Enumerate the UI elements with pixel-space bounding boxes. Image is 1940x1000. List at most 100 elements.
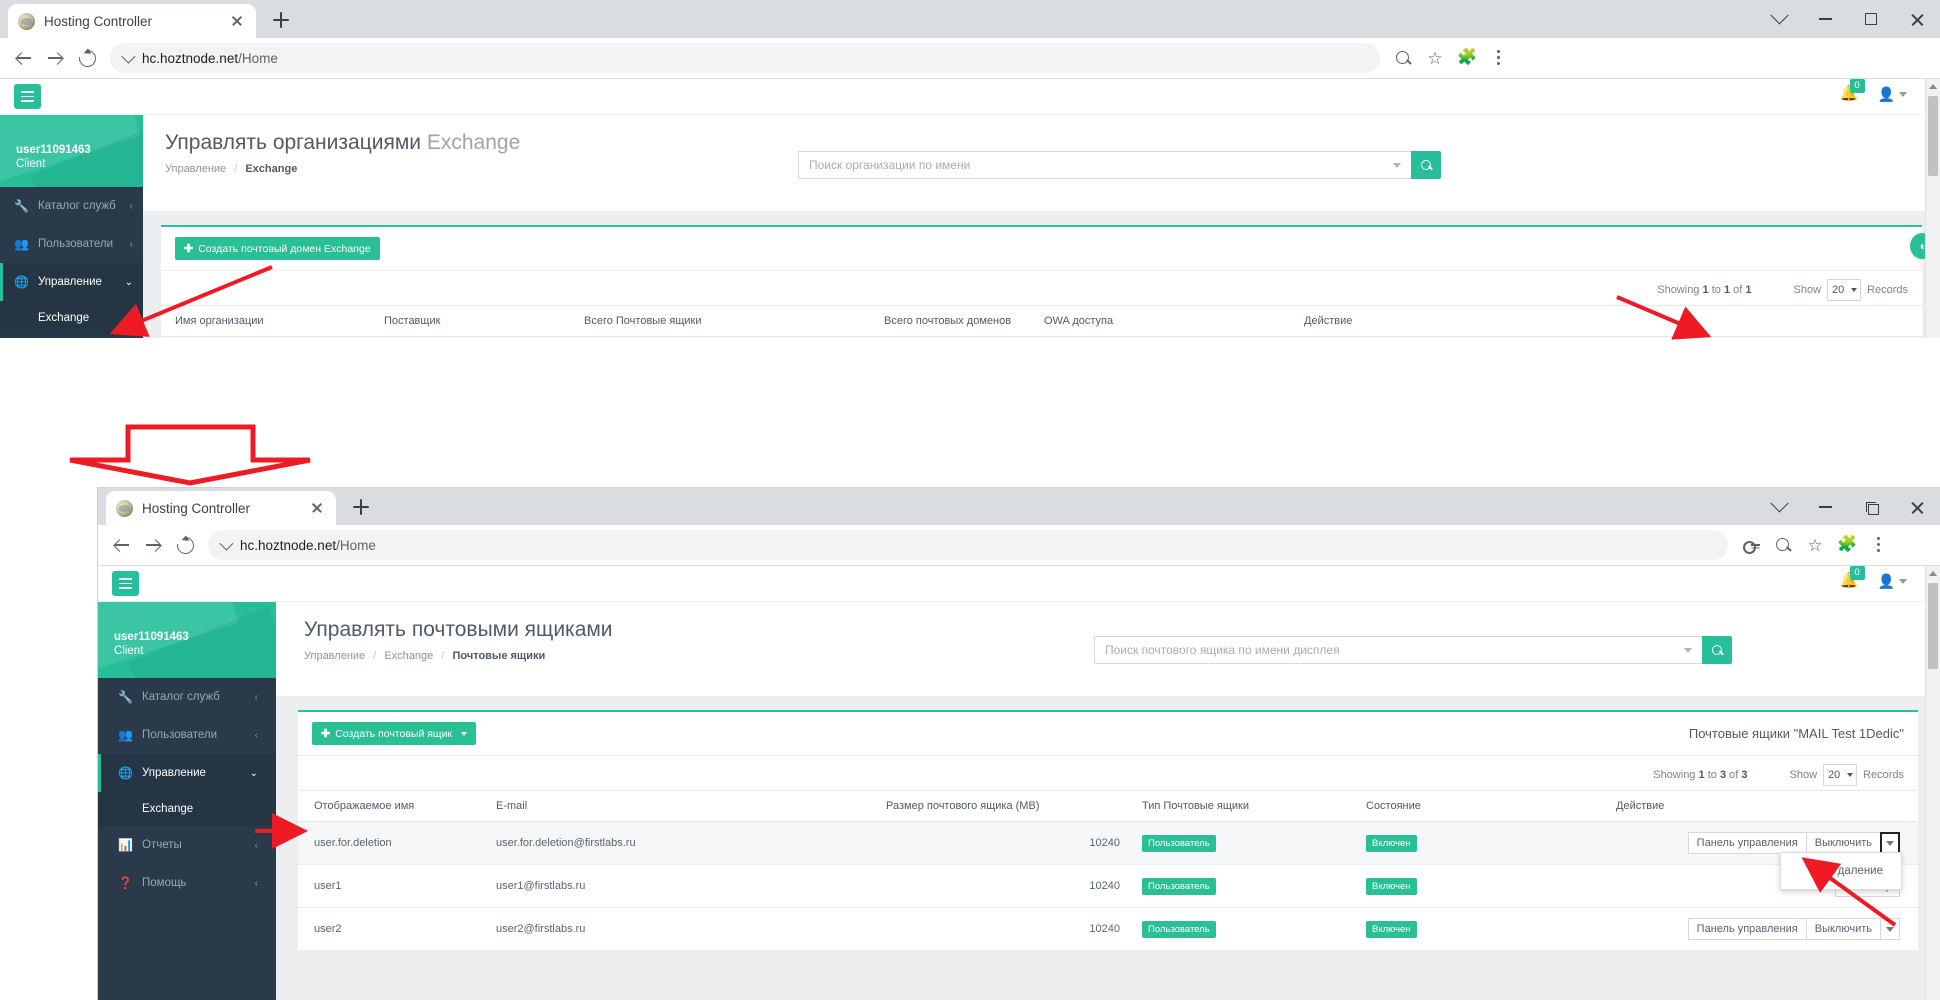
sidebar-item-users[interactable]: 👥 Пользователи ‹ bbox=[0, 225, 143, 263]
page-size-value: 20 bbox=[1828, 769, 1841, 781]
create-button-label: Создать почтовый домен Exchange bbox=[198, 242, 371, 255]
puzzle-icon[interactable]: 🧩 bbox=[1452, 43, 1482, 73]
user-menu[interactable]: 👤 bbox=[1878, 573, 1907, 590]
breadcrumb-root[interactable]: Управление bbox=[165, 163, 226, 175]
kebab-menu-icon[interactable] bbox=[1864, 530, 1894, 560]
breadcrumb-mid[interactable]: Exchange bbox=[384, 650, 433, 662]
forward-arrow-icon[interactable] bbox=[138, 530, 168, 560]
menu-item-delete[interactable]: Удаление bbox=[1781, 859, 1901, 883]
forward-arrow-icon[interactable] bbox=[40, 43, 70, 73]
app-vertical-scrollbar-bottom[interactable] bbox=[1925, 566, 1940, 1000]
control-panel-button[interactable]: Панель управления bbox=[1687, 918, 1807, 940]
create-mailbox-button[interactable]: ✚ Создать почтовый ящик bbox=[312, 722, 477, 745]
scroll-up-button[interactable] bbox=[1926, 566, 1940, 581]
page-title-main: Управлять организациями bbox=[165, 131, 421, 154]
search-input[interactable]: Поиск организации по имени bbox=[798, 151, 1411, 179]
new-tab-button[interactable] bbox=[266, 5, 296, 35]
new-tab-button[interactable] bbox=[346, 492, 376, 522]
control-panel-button[interactable]: Панель управления bbox=[1687, 832, 1807, 854]
maximize-icon[interactable] bbox=[1848, 0, 1894, 38]
zoom-icon[interactable] bbox=[1388, 43, 1418, 73]
search-button[interactable] bbox=[1411, 151, 1441, 179]
app-topbar-top: 🔔 0 👤 bbox=[0, 79, 1925, 115]
notifications-bell[interactable]: 🔔 0 bbox=[1840, 79, 1865, 105]
close-icon[interactable] bbox=[228, 12, 246, 30]
browser-tab-top[interactable]: Hosting Controller bbox=[8, 4, 256, 38]
close-window-icon[interactable] bbox=[1894, 0, 1940, 38]
url-host: hc.hoztnode.net bbox=[142, 50, 239, 66]
scrollbar-thumb[interactable] bbox=[1928, 583, 1938, 669]
cell-actions: Панель управления Выключить Удаление bbox=[1608, 821, 1918, 890]
url-host: hc.hoztnode.net bbox=[240, 537, 337, 553]
chevron-down-icon[interactable] bbox=[1756, 488, 1802, 526]
zoom-icon[interactable] bbox=[1768, 530, 1798, 560]
table-head: Отображаемое имя E-mail Размер почтового… bbox=[298, 790, 1918, 822]
user-menu[interactable]: 👤 bbox=[1878, 86, 1907, 103]
reload-icon[interactable] bbox=[170, 530, 200, 560]
page-size-select[interactable]: 20 bbox=[1827, 279, 1862, 301]
star-icon[interactable]: ☆ bbox=[1420, 43, 1450, 73]
sidebar-item-help[interactable]: ❓ Помощь ‹ bbox=[98, 864, 276, 902]
tab-strip-bottom: Hosting Controller bbox=[98, 488, 1940, 525]
sidebar-item-catalog[interactable]: 🔧 Каталог служб ‹ bbox=[0, 187, 143, 225]
cell-email: user1@firstlabs.ru bbox=[488, 864, 878, 908]
wrench-icon: 🔧 bbox=[118, 690, 133, 704]
close-window-icon[interactable] bbox=[1894, 488, 1940, 526]
kebab-menu-icon[interactable] bbox=[1484, 43, 1514, 73]
app-bottom: 🔔 0 👤 user11091463 Client 🔧 Каталог служ… bbox=[98, 566, 1940, 1000]
showing-of-label: of bbox=[1729, 769, 1739, 781]
back-arrow-icon[interactable] bbox=[106, 530, 136, 560]
scroll-up-button[interactable] bbox=[1926, 79, 1940, 94]
sidebar-item-label: Помощь bbox=[142, 877, 187, 889]
page-size-select[interactable]: 20 bbox=[1823, 764, 1858, 786]
breadcrumb-separator: / bbox=[234, 163, 238, 175]
col-status: Состояние bbox=[1358, 790, 1608, 822]
key-icon[interactable] bbox=[1736, 530, 1766, 560]
row-action-caret-button[interactable] bbox=[1880, 918, 1900, 940]
star-icon[interactable]: ☆ bbox=[1800, 530, 1830, 560]
back-arrow-icon[interactable] bbox=[8, 43, 38, 73]
search-button[interactable] bbox=[1702, 636, 1732, 664]
minimize-icon[interactable] bbox=[1802, 0, 1848, 38]
disable-button[interactable]: Выключить bbox=[1805, 918, 1881, 940]
globe-icon: 🌐 bbox=[14, 275, 29, 289]
sidebar-item-management[interactable]: 🌐 Управление ⌄ bbox=[98, 754, 276, 792]
chevron-left-icon: ‹ bbox=[129, 238, 133, 250]
hamburger-menu-button[interactable] bbox=[112, 571, 139, 596]
reload-icon[interactable] bbox=[72, 43, 102, 73]
sidebar-item-reports[interactable]: 📊 Отчеты ‹ bbox=[98, 826, 276, 864]
address-bar-top[interactable]: hc.hoztnode.net/Home bbox=[110, 43, 1380, 73]
row-action-caret-button[interactable] bbox=[1880, 832, 1900, 854]
notifications-bell[interactable]: 🔔 0 bbox=[1840, 566, 1865, 592]
minimize-icon[interactable] bbox=[1802, 488, 1848, 526]
showing-to-label: to bbox=[1707, 769, 1717, 781]
topbar-actions-bottom: 🔔 0 👤 bbox=[1840, 566, 1907, 592]
breadcrumb-root[interactable]: Управление bbox=[304, 650, 365, 662]
page-size-control: Show 20 Records bbox=[1794, 279, 1908, 301]
search-bar-bottom: Поиск почтового ящика по имени дисплея bbox=[1094, 636, 1732, 664]
row-action-group: Панель управления Выключить bbox=[1687, 918, 1900, 940]
table-row: user1 user1@firstlabs.ru 10240 Пользоват… bbox=[298, 864, 1918, 908]
close-icon[interactable] bbox=[308, 499, 326, 517]
type-badge: Пользователь bbox=[1142, 877, 1216, 895]
address-bar-bottom[interactable]: hc.hoztnode.net/Home bbox=[208, 530, 1728, 560]
sidebar-subitem-exchange[interactable]: Exchange bbox=[98, 792, 276, 826]
sidebar-item-users[interactable]: 👥 Пользователи ‹ bbox=[98, 716, 276, 754]
maximize-icon[interactable] bbox=[1848, 488, 1894, 526]
disable-button[interactable]: Выключить bbox=[1805, 832, 1881, 854]
showing-to: 1 bbox=[1723, 284, 1731, 296]
scrollbar-thumb[interactable] bbox=[1928, 96, 1938, 176]
sidebar-subitem-exchange[interactable]: Exchange bbox=[0, 301, 143, 335]
sidebar-item-catalog[interactable]: 🔧 Каталог служб ‹ bbox=[98, 678, 276, 716]
chevron-down-icon bbox=[219, 536, 234, 551]
hamburger-menu-button[interactable] bbox=[14, 84, 41, 109]
search-input[interactable]: Поиск почтового ящика по имени дисплея bbox=[1094, 636, 1702, 664]
search-icon bbox=[1711, 644, 1723, 656]
sidebar-item-management[interactable]: 🌐 Управление ⌄ bbox=[0, 263, 143, 301]
browser-tab-bottom[interactable]: Hosting Controller bbox=[106, 491, 336, 525]
puzzle-icon[interactable]: 🧩 bbox=[1832, 530, 1862, 560]
create-exchange-domain-button[interactable]: ✚ Создать почтовый домен Exchange bbox=[175, 237, 380, 260]
chevron-down-icon[interactable] bbox=[1756, 0, 1802, 38]
search-bar-top: Поиск организации по имени bbox=[798, 151, 1441, 179]
breadcrumb-separator: / bbox=[373, 650, 377, 662]
